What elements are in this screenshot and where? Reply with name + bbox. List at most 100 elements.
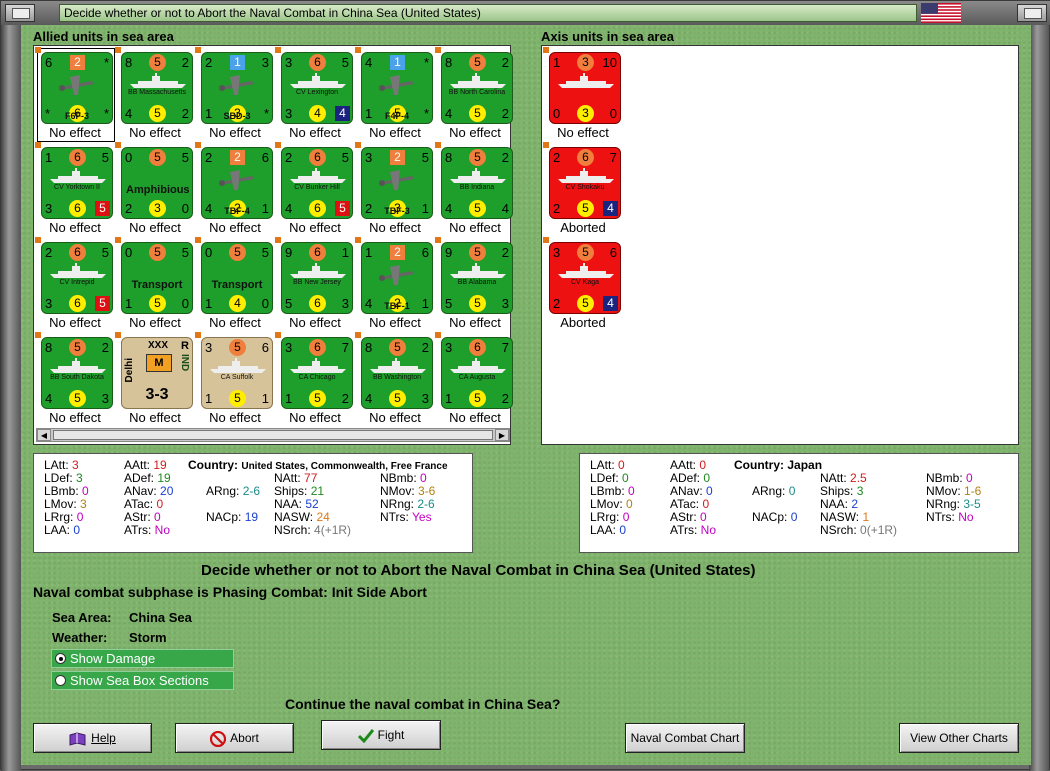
show-damage-option[interactable]: Show Damage [51,649,234,668]
unit-cell[interactable]: 0 5 5 1 0 4 Transport No effect [195,237,275,332]
scroll-left-icon[interactable]: ◀ [37,429,51,441]
unit-cell[interactable]: 1 6 5 3 5 6 CV Yorktown II No effect [35,142,115,237]
unit-stat-tr: 2 [101,340,109,355]
stat-value: 77 [304,471,318,485]
unit-status: No effect [369,125,421,140]
unit-cell[interactable]: 8 5 2 4 3 5 BB South Dakota No effect [35,332,115,427]
unit-cell[interactable]: 2 1 3 1 * 3 SBD-3 No effect [195,47,275,142]
show-sea-box-option[interactable]: Show Sea Box Sections [51,671,234,690]
unit-counter[interactable]: 8 5 2 4 3 5 BB South Dakota [41,337,113,409]
stat-value: No [700,523,717,537]
unit-counter[interactable]: 3 6 7 1 2 5 CA Chicago [281,337,353,409]
stat-label: NASW: [274,510,314,524]
unit-counter[interactable]: 2 6 5 4 5 6 CV Bunker Hill [281,147,353,219]
unit-cell[interactable]: 3 5 6 2 4 5 CV Kaga Aborted [543,237,623,332]
unit-counter[interactable]: 3 5 6 1 1 5 CA Suffolk [201,337,273,409]
unit-counter[interactable]: 2 2 6 4 1 2 TBF-4 [201,147,273,219]
unit-counter[interactable]: 2 1 3 1 * 3 SBD-3 [201,52,273,124]
unit-cell[interactable]: 3 2 5 2 1 3 TBF-3 No effect [355,142,435,237]
unit-cell[interactable]: 3 5 6 1 1 5 CA Suffolk No effect [195,332,275,427]
unit-cell[interactable]: 6 2 * * * 6 F6F-3 No effect [35,47,115,142]
unit-stat-tl: 1 [553,55,561,70]
unit-counter[interactable]: 3 2 5 2 1 3 TBF-3 [361,147,433,219]
unit-counter[interactable]: 3 5 6 2 4 5 CV Kaga [549,242,621,314]
unit-counter[interactable]: 3 6 5 3 4 4 CV Lexington [281,52,353,124]
stat-item: LMov: 0 [590,497,633,511]
naval-combat-chart-button[interactable]: Naval Combat Chart [625,723,745,753]
unit-stat-bl: 2 [125,201,133,216]
unit-counter[interactable]: 0 5 5 1 0 4 Transport [201,242,273,314]
unit-counter[interactable]: 1 6 5 3 5 6 CV Yorktown II [41,147,113,219]
stat-item: LAtt: 0 [590,458,625,472]
unit-stat-top: 5 [229,339,246,356]
checkmark-icon [357,728,374,743]
stat-label: LBmb: [44,484,79,498]
help-button[interactable]: Help [33,723,152,753]
unit-counter[interactable]: 0 5 5 1 0 5 Transport [121,242,193,314]
unit-name: CV Shokaku [565,184,605,191]
unit-cell[interactable]: 0 5 5 1 0 5 Transport No effect [115,237,195,332]
unit-cell[interactable]: 3 6 7 1 2 5 CA Augusta No effect [435,332,515,427]
unit-counter[interactable]: 2 6 7 2 4 5 CV Shokaku [549,147,621,219]
unit-counter[interactable]: 8 5 2 4 2 5 BB Massachusetts [121,52,193,124]
unit-counter[interactable]: 1 2 6 4 1 2 TBF-1 [361,242,433,314]
unit-counter[interactable]: 9 6 1 5 3 6 BB New Jersey [281,242,353,314]
unit-stat-bl: 2 [553,201,561,216]
maximize-button[interactable] [1017,4,1047,22]
stat-value: 0 [700,510,707,524]
radio-unselected-icon[interactable] [55,675,66,686]
unit-cell[interactable]: 8 5 2 4 2 5 BB Massachusetts No effect [115,47,195,142]
unit-cell[interactable]: 8 5 2 4 3 5 BB Washington No effect [355,332,435,427]
unit-cell[interactable]: 8 5 2 4 4 5 BB Indiana No effect [435,142,515,237]
unit-counter[interactable]: XXX R Delhi IND M 3-3 [121,337,193,409]
unit-stat-bl: 4 [365,391,373,406]
unit-cell[interactable]: 2 6 7 2 4 5 CV Shokaku Aborted [543,142,623,237]
unit-counter[interactable]: 8 5 2 4 2 5 BB North Carolina [441,52,513,124]
unit-stat-bottom: 5 [149,295,166,312]
unit-cell[interactable]: 2 6 5 3 5 6 CV Intrepid No effect [35,237,115,332]
unit-counter[interactable]: 3 6 7 1 2 5 CA Augusta [441,337,513,409]
unit-cell[interactable]: XXX R Delhi IND M 3-3 No effect [115,332,195,427]
unit-status: No effect [129,125,181,140]
unit-counter[interactable]: 1 3 10 0 0 3 [549,52,621,124]
unit-cell[interactable]: 3 6 5 3 4 4 CV Lexington No effect [275,47,355,142]
unit-counter[interactable]: 4 1 * 1 * 5 F4F-4 [361,52,433,124]
scroll-thumb[interactable] [53,430,493,440]
unit-cell[interactable]: 3 6 7 1 2 5 CA Chicago No effect [275,332,355,427]
unit-cell[interactable]: 0 5 5 2 0 3 Amphibious No effect [115,142,195,237]
unit-counter[interactable]: 8 5 2 4 4 5 BB Indiana [441,147,513,219]
unit-stat-tl: 0 [125,245,133,260]
stat-label: LAtt: [44,458,69,472]
unit-cell[interactable]: 9 6 1 5 3 6 BB New Jersey No effect [275,237,355,332]
unit-cell[interactable]: 4 1 * 1 * 5 F4F-4 No effect [355,47,435,142]
unit-cell[interactable]: 1 2 6 4 1 2 TBF-1 No effect [355,237,435,332]
unit-cell[interactable]: 2 2 6 4 1 2 TBF-4 No effect [195,142,275,237]
unit-counter[interactable]: 8 5 2 4 3 5 BB Washington [361,337,433,409]
unit-cell[interactable]: 2 6 5 4 5 6 CV Bunker Hill No effect [275,142,355,237]
stat-item: ADef: 19 [124,471,171,485]
unit-counter[interactable]: 2 6 5 3 5 6 CV Intrepid [41,242,113,314]
abort-button[interactable]: Abort [175,723,294,753]
unit-counter[interactable]: 0 5 5 2 0 3 Amphibious [121,147,193,219]
unit-flag: R [181,340,189,352]
unit-stat-br: 4 [501,201,509,216]
allied-horizontal-scrollbar[interactable]: ◀ ▶ [36,428,510,442]
stat-item: NTrs: No [926,510,974,524]
unit-stat-br: 2 [341,391,349,406]
stat-label: ATac: [670,497,700,511]
system-menu-button[interactable] [5,4,35,22]
unit-counter[interactable]: 9 5 2 5 3 5 BB Alabama [441,242,513,314]
fight-button[interactable]: Fight [321,720,441,750]
scroll-right-icon[interactable]: ▶ [495,429,509,441]
unit-stat-tr: 7 [341,340,349,355]
unit-counter[interactable]: 6 2 * * * 6 F6F-3 [41,52,113,124]
stat-value: 0 [622,510,630,524]
unit-cell[interactable]: 8 5 2 4 2 5 BB North Carolina No effect [435,47,515,142]
ship-silhouette-icon [450,263,506,278]
stat-label: LBmb: [590,484,625,498]
unit-cell[interactable]: 9 5 2 5 3 5 BB Alabama No effect [435,237,515,332]
unit-marker-icon [355,47,361,53]
unit-cell[interactable]: 1 3 10 0 0 3 No effect [543,47,623,142]
view-other-charts-button[interactable]: View Other Charts [899,723,1019,753]
radio-selected-icon[interactable] [55,653,66,664]
